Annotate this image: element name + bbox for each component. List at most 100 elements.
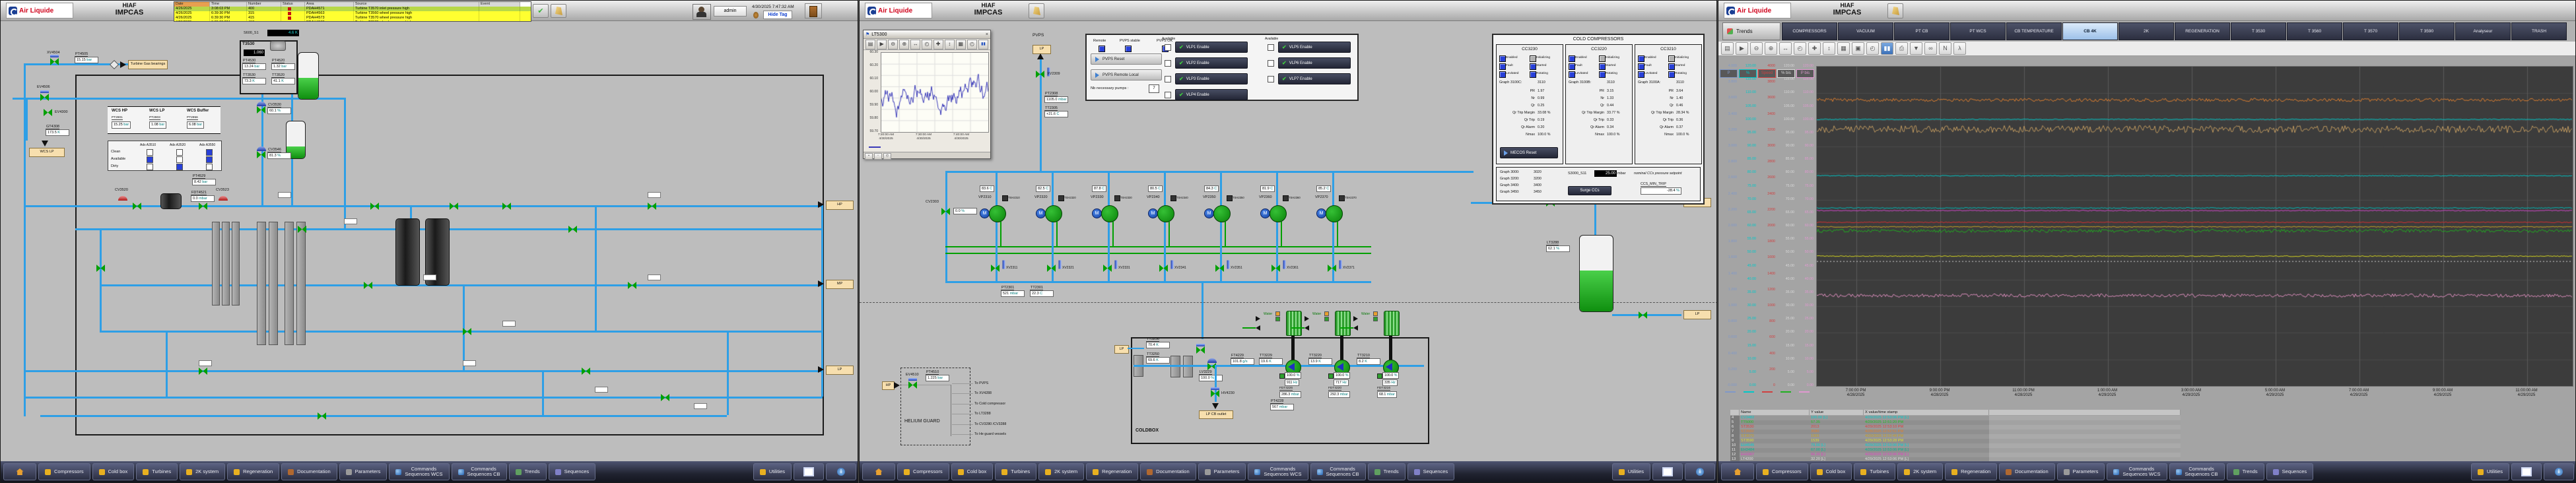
trend-tool-link-icon[interactable]: ∞ <box>1924 42 1937 55</box>
home-button[interactable] <box>3 463 36 480</box>
taskbar-item-parameters[interactable]: Parameters <box>1198 463 1246 480</box>
cc-pct-readout[interactable]: 100.0 % <box>1334 372 1350 379</box>
taskbar-item-commands-sequences-cb[interactable]: Commands Sequences CB <box>452 463 507 480</box>
ads-checkbox[interactable] <box>206 156 213 163</box>
taskbar-item-2k-system[interactable]: 2K system <box>180 463 225 480</box>
popup-tool-play-icon[interactable]: ▶ <box>877 40 887 49</box>
taskbar-item-regeneration[interactable]: Regeneration <box>1945 463 1997 480</box>
legend-row[interactable]: 7ST356035804/28/2025 12:52:51 PM <box>1730 430 2181 434</box>
legend-row[interactable]: 9ST359015394/29/2025 12:53:28 PM <box>1730 439 2181 443</box>
trend-tool-zoom-time-icon[interactable]: ◴ <box>1794 42 1806 55</box>
readout-tt2305[interactable]: TT2305+21.6 C <box>1044 106 1068 117</box>
cc-fdt-readout[interactable]: 68.1 mbar <box>1377 391 1397 398</box>
vlp-enable-button[interactable]: ✔VLP7 Enable <box>1278 73 1351 84</box>
water-motor-icon[interactable] <box>1335 311 1351 336</box>
pump-temp-readout[interactable]: 85.2 C <box>1316 185 1331 192</box>
readout-fdt4521[interactable]: FDT45210.0 mbar <box>191 191 215 202</box>
cc-fdt-readout[interactable]: 286.3 mbar <box>1279 391 1301 398</box>
trend-tool-print-icon[interactable]: ⎙ <box>1895 42 1908 55</box>
axis-chip--bis[interactable]: % bis <box>1777 69 1795 78</box>
popup-tool-pause-icon[interactable]: ▮▮ <box>978 40 988 49</box>
taskbar-item-turbines[interactable]: Turbines <box>136 463 178 480</box>
tab-regeneration[interactable]: REGENERATION <box>2175 22 2230 40</box>
legend-row[interactable]: 10EH454579.00 [L]4/29/2025 12:53:06 PM [… <box>1730 443 2181 448</box>
popup-tool-pan-icon[interactable]: ✚ <box>933 40 943 49</box>
taskbar-item-parameters[interactable]: Parameters <box>339 463 388 480</box>
vlp-available-checkbox[interactable] <box>1165 60 1171 67</box>
readout-tt3220[interactable]: TT322013.9 K <box>1308 354 1332 365</box>
readout-cv3530[interactable]: CV353060.1 % <box>267 103 291 114</box>
taskbar-window-button[interactable] <box>1652 463 1683 480</box>
ack-alarm-button[interactable]: ✔ <box>533 4 549 18</box>
taskbar-info-button[interactable]: i <box>2544 463 2574 480</box>
vlp-enable-button[interactable]: ✔VLP5 Enable <box>1278 42 1351 53</box>
taskbar-item-commands-sequences-wcs[interactable]: Commands Sequences WCS <box>2107 463 2167 480</box>
vlp-available-checkbox[interactable] <box>1268 60 1274 67</box>
tab-analyseur[interactable]: Analyseur <box>2455 22 2511 40</box>
alarm-row[interactable]: 4/26/20256:39:30 PM415PDAH4573Turbine T3… <box>174 16 531 20</box>
taskbar-item-documentation[interactable]: Documentation <box>1999 463 2054 480</box>
tab-2k[interactable]: 2K <box>2118 22 2174 40</box>
popup-tool-zoom-x-icon[interactable]: ↔ <box>910 40 920 49</box>
trends-button[interactable]: Trends <box>1722 22 1780 40</box>
valve-icon[interactable] <box>44 109 52 116</box>
ads-checkbox[interactable] <box>147 156 153 163</box>
readout-tt3210[interactable]: TT32108.2 K <box>1357 354 1380 365</box>
readout-pt4510[interactable]: PT45101.225 bar <box>926 370 949 381</box>
ads-checkbox[interactable] <box>147 164 153 170</box>
water-motor-icon[interactable] <box>1286 311 1302 336</box>
popup-status-lock-icon[interactable]: ▪ <box>865 153 873 160</box>
taskbar-item-cold-box[interactable]: Cold box <box>92 463 135 480</box>
vacuum-pump-icon[interactable] <box>989 205 1006 222</box>
vacuum-pump-icon[interactable] <box>1045 205 1062 222</box>
readout-tt3530[interactable]: TT353073.3 K <box>242 73 266 84</box>
vlp-enable-button[interactable]: ✔VLP2 Enable <box>1175 57 1248 69</box>
cc-fdt-readout[interactable]: 292.3 mbar <box>1328 391 1350 398</box>
pump-motor-icon[interactable]: M <box>1036 209 1046 218</box>
vacuum-pump-icon[interactable] <box>1157 205 1174 222</box>
he-guard-vessel[interactable] <box>1579 235 1613 312</box>
alarm-row[interactable]: 4/26/20256:39:30 PM315PDAH4563Turbine T3… <box>174 11 531 16</box>
home-button[interactable] <box>1721 463 1754 480</box>
pump-temp-readout[interactable]: 81.9 C <box>1260 185 1275 192</box>
surge-ccs-button[interactable]: Surge CCs <box>1568 186 1611 195</box>
readout-pt4228[interactable]: PT4228567 mbar <box>1270 399 1294 410</box>
readout-ft4229[interactable]: FT4229101.8 g/s <box>1231 354 1254 365</box>
taskbar-item-compressors[interactable]: Compressors <box>897 463 949 480</box>
taskbar-item-2k-system[interactable]: 2K system <box>1038 463 1084 480</box>
user-icon[interactable] <box>693 4 711 20</box>
vacuum-pump-icon[interactable] <box>1213 205 1231 222</box>
trend-popup-lt5300[interactable]: ⚑LT5300× ▤▶⊖⊕↔◴✚↕▦◴▮▮ 60.3060.2060.1060.… <box>863 30 991 159</box>
vacuum-pump-icon[interactable] <box>1270 205 1287 222</box>
popup-tool-zoom-time-icon[interactable]: ◴ <box>922 40 932 49</box>
readout-pt2308[interactable]: PT23081105.0 mbar <box>1044 92 1068 103</box>
alarm-horn-button[interactable] <box>1029 3 1044 18</box>
popup-titlebar[interactable]: ⚑LT5300× <box>864 30 990 39</box>
taskbar-item-regeneration[interactable]: Regeneration <box>1086 463 1138 480</box>
readout-cv2303[interactable]: 0.0 % <box>953 208 977 214</box>
tab-t-3530[interactable]: T 3530 <box>2231 22 2286 40</box>
phase-separator-vessel[interactable] <box>298 52 319 100</box>
cc-hz-readout[interactable]: 911 Hz <box>1285 379 1299 386</box>
taskbar-item-utilities[interactable]: Utilities <box>2471 463 2509 480</box>
tab-cb-temperature[interactable]: CB TEMPERATURE <box>2006 22 2062 40</box>
taskbar-item-documentation[interactable]: Documentation <box>281 463 337 480</box>
taskbar-item-cold-box[interactable]: Cold box <box>1810 463 1852 480</box>
popup-tool-grid-icon[interactable]: ▦ <box>956 40 966 49</box>
vlp-available-checkbox[interactable] <box>1268 76 1274 82</box>
readout-pt4529[interactable]: PT45298.42 bar <box>192 174 216 185</box>
taskbar-item-cold-box[interactable]: Cold box <box>951 463 994 480</box>
vlp-enable-button[interactable]: ✔VLP3 Enable <box>1175 73 1248 84</box>
readout-tt3250[interactable]: TT325069.6 K <box>1146 352 1170 364</box>
legend-row[interactable]: 5TT500057.354/29/2025 12:51:20 PM <box>1730 420 2181 425</box>
taskbar-item-trends[interactable]: Trends <box>1368 463 1406 480</box>
adsorber-vessel-1[interactable] <box>395 218 420 286</box>
taskbar-item-documentation[interactable]: Documentation <box>1140 463 1196 480</box>
taskbar-item-sequences[interactable]: Sequences <box>2266 463 2314 480</box>
alarm-row[interactable]: 4/26/20253:08:03 PM400PDAH4571Turbine T3… <box>174 7 531 11</box>
trend-plot[interactable] <box>1816 66 2573 387</box>
taskbar-item-turbines[interactable]: Turbines <box>995 463 1036 480</box>
pump-motor-icon[interactable]: M <box>980 209 990 218</box>
readout-pt4520[interactable]: PT45201.32 bar <box>271 59 295 70</box>
tab-pt-cb[interactable]: PT CB <box>1894 22 1949 40</box>
